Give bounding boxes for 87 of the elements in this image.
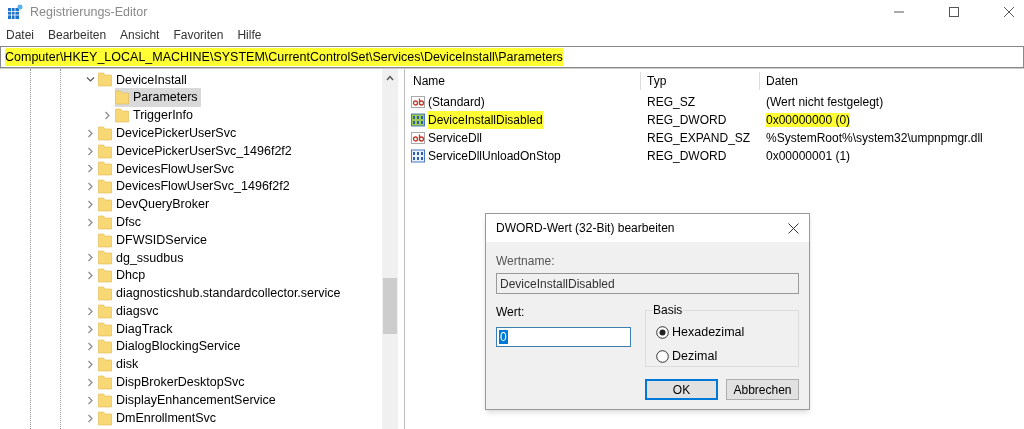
tree-item[interactable]: DevicesFlowUserSvc_1496f2f2 — [98, 177, 293, 197]
tree-item[interactable]: dg_ssudbus — [98, 248, 187, 268]
folder-icon — [98, 72, 112, 88]
close-icon[interactable] — [1004, 7, 1014, 17]
tree-item[interactable]: Dhcp — [98, 266, 149, 286]
table-cell: (Wert nicht festgelegt) — [766, 95, 884, 109]
folder-icon — [98, 250, 112, 266]
menu-item[interactable]: Datei — [6, 26, 34, 44]
column-header[interactable]: Daten — [760, 72, 799, 90]
tree-item[interactable]: DevicePickerUserSvc_1496f2f2 — [98, 141, 295, 161]
field-label: Wertname: — [496, 253, 555, 270]
tree-item[interactable]: DevicesFlowUserSvc — [98, 159, 238, 179]
radio-option[interactable]: Hexadezimal — [656, 323, 798, 342]
folder-icon — [98, 232, 112, 248]
table-cell: REG_DWORD — [647, 113, 727, 127]
table-cell: %SystemRoot%\system32\umpnpmgr.dll — [766, 131, 983, 145]
folder-icon — [98, 143, 112, 159]
dialog-button[interactable]: Abbrechen — [726, 379, 799, 400]
tree-item[interactable]: DeviceInstall — [98, 70, 190, 90]
radio-icon[interactable] — [656, 325, 669, 339]
address-text: Computer\HKEY_LOCAL_MACHINE\SYSTEM\CurrentControlSet\Services\DeviceInstall\Parameters — [5, 47, 563, 67]
folder-icon — [98, 179, 112, 195]
table-cell[interactable]: DeviceInstallDisabled — [428, 111, 543, 129]
folder-icon — [98, 268, 112, 284]
tree-item[interactable]: DmEnrollmentSvc — [98, 408, 220, 428]
scrollbar[interactable] — [382, 69, 398, 429]
folder-icon — [98, 161, 112, 177]
table-cell[interactable]: (Standard) — [428, 93, 485, 111]
scroll-up-icon[interactable] — [386, 75, 394, 81]
field-label: Wert: — [496, 304, 525, 321]
folder-icon — [98, 285, 112, 301]
folder-icon — [98, 410, 112, 426]
folder-icon — [98, 303, 112, 319]
tree-item[interactable]: Dfsc — [98, 212, 144, 232]
menu-item[interactable]: Bearbeiten — [48, 26, 107, 44]
binary-value-icon — [411, 113, 425, 127]
table-cell[interactable]: ServiceDllUnloadOnStop — [428, 147, 561, 165]
tree-item[interactable]: DialogBlockingService — [98, 337, 244, 357]
close-icon[interactable] — [788, 222, 799, 234]
menu-item[interactable]: Ansicht — [120, 26, 160, 44]
string-value-icon — [411, 95, 425, 109]
tree-item[interactable]: disk — [98, 355, 142, 375]
folder-icon — [115, 108, 129, 123]
table-cell: 0x00000001 (1) — [766, 149, 851, 163]
menu-item[interactable]: Favoriten — [173, 26, 224, 44]
tree-item[interactable]: Parameters — [115, 88, 201, 108]
maximize-icon[interactable] — [949, 7, 959, 17]
tree-item[interactable]: DFWSIDService — [98, 230, 210, 250]
menu-item[interactable]: Hilfe — [237, 26, 262, 44]
address-field[interactable]: Computer\HKEY_LOCAL_MACHINE\SYSTEM\CurrentControlSet\Services\DeviceInstall\Parameters — [0, 46, 1024, 68]
folder-icon — [115, 90, 129, 106]
radio-icon[interactable] — [656, 349, 669, 363]
tree-item[interactable]: diagsvc — [98, 301, 162, 321]
folder-icon — [98, 197, 112, 212]
tree-item[interactable]: DiagTrack — [98, 319, 176, 339]
tree-item[interactable]: TriggerInfo — [115, 106, 196, 125]
radio-option[interactable]: Dezimal — [656, 346, 798, 366]
column-header[interactable]: Name — [405, 72, 641, 90]
tree-item[interactable]: DevicePickerUserSvc — [98, 123, 240, 143]
folder-icon — [98, 374, 112, 390]
window-title: Registrierungs-Editor — [30, 3, 148, 21]
tree-item[interactable]: DispBrokerDesktopSvc — [98, 373, 248, 392]
app-icon — [7, 4, 23, 20]
scrollbar-thumb[interactable] — [383, 278, 397, 334]
folder-icon — [98, 357, 112, 373]
table-cell: REG_SZ — [647, 95, 695, 109]
tree-item[interactable]: diagnosticshub.standardcollector.service — [98, 284, 344, 303]
value-field[interactable]: 0 — [496, 327, 631, 347]
folder-icon — [98, 321, 112, 337]
group-label: Basis — [652, 303, 684, 317]
folder-icon — [98, 339, 112, 355]
string-value-icon — [411, 131, 425, 145]
table-cell[interactable]: ServiceDll — [428, 129, 482, 147]
table-cell: REG_EXPAND_SZ — [647, 131, 751, 145]
dialog-title: DWORD-Wert (32-Bit) bearbeiten — [495, 220, 675, 237]
tree-item[interactable]: DevQueryBroker — [98, 195, 213, 214]
name-field: DeviceInstallDisabled — [496, 273, 799, 294]
column-header[interactable]: Typ — [641, 72, 760, 90]
chevron-down-icon[interactable] — [86, 75, 95, 85]
dialog-button[interactable]: OK — [645, 379, 718, 400]
folder-icon — [98, 214, 112, 230]
table-cell: REG_DWORD — [647, 149, 727, 163]
folder-icon — [98, 125, 112, 141]
table-cell: 0x00000000 (0) — [766, 113, 851, 127]
binary-value-icon — [411, 149, 425, 163]
tree-item[interactable]: DisplayEnhancementService — [98, 390, 279, 410]
folder-icon — [98, 392, 112, 408]
